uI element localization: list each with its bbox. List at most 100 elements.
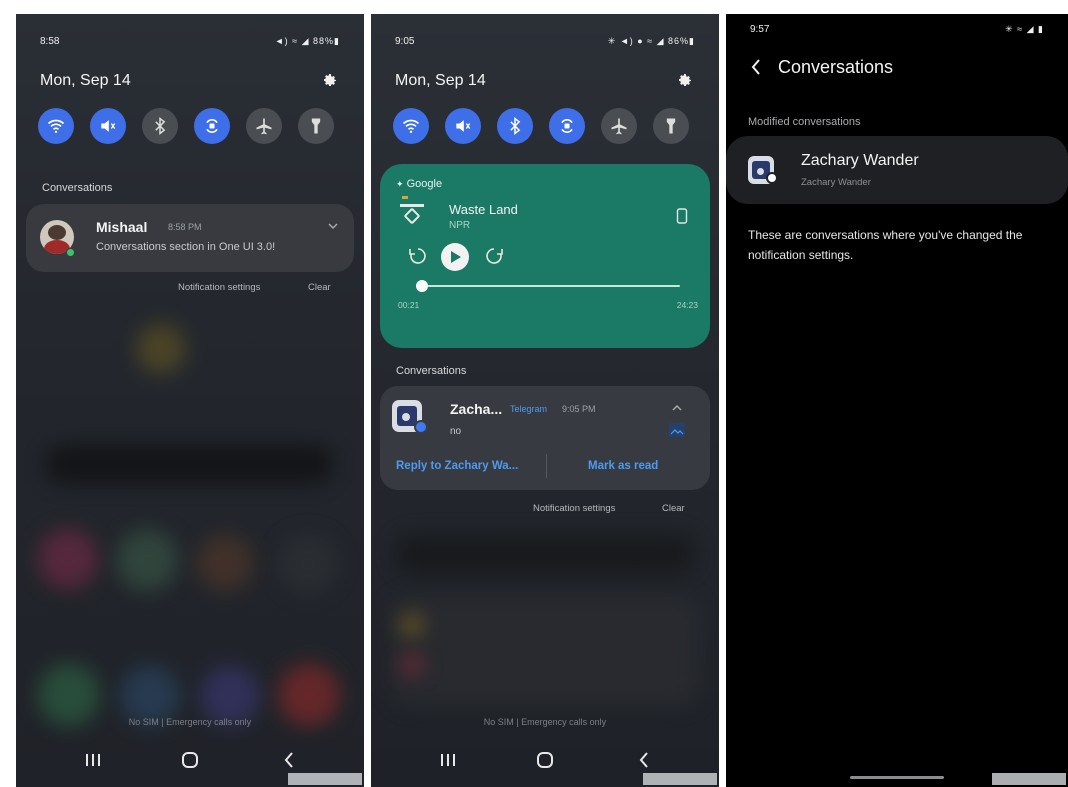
- page-title: Conversations: [778, 57, 894, 77]
- media-elapsed: 00:21: [398, 300, 420, 310]
- media-artist: NPR: [449, 220, 471, 231]
- reply-action-button[interactable]: Reply to Zachary Wa...: [396, 460, 518, 472]
- back-button[interactable]: [629, 745, 659, 775]
- watermark: [643, 773, 717, 785]
- quick-settings: [393, 108, 697, 144]
- home-icon: [537, 752, 553, 768]
- rotate-icon: [561, 119, 573, 133]
- online-status-dot: [66, 248, 75, 257]
- wifi-toggle[interactable]: [393, 108, 429, 144]
- notification-text: Conversations section in One UI 3.0!: [96, 241, 276, 253]
- gesture-bar[interactable]: [850, 776, 944, 779]
- airplane-icon: [256, 118, 272, 135]
- conversations-section-label: Conversations: [42, 182, 113, 194]
- status-bar: 9:57 ✳ ≈ ◢ ▮: [750, 24, 1044, 40]
- home-button[interactable]: [175, 745, 205, 775]
- gear-icon[interactable]: [677, 72, 693, 88]
- description-text: These are conversations where you've cha…: [748, 228, 1023, 262]
- airplane-icon: [611, 118, 627, 135]
- notification-time: 8:58 PM: [168, 222, 202, 232]
- phone-screen-1: 8:58 ◄) ≈ ◢ 88%▮ Mon, Sep 14 Conversatio…: [16, 14, 364, 787]
- notification-text: no: [450, 426, 462, 437]
- play-icon: [451, 251, 461, 263]
- conversation-notification-card[interactable]: Mishaal 8:58 PM Conversations section in…: [26, 204, 354, 272]
- media-title: Waste Land: [449, 202, 518, 217]
- rotate-icon: [206, 119, 218, 133]
- back-button[interactable]: [274, 745, 304, 775]
- mute-icon: [101, 120, 116, 132]
- phone-output-icon[interactable]: [676, 208, 688, 224]
- contact-name: Zachary Wander: [801, 152, 919, 169]
- airplane-toggle[interactable]: [246, 108, 282, 144]
- sound-toggle[interactable]: [445, 108, 481, 144]
- status-time: 9:57: [750, 24, 770, 35]
- badge-icon: [766, 172, 778, 184]
- notification-settings-link[interactable]: Notification settings: [533, 503, 615, 514]
- conversations-section-label: Conversations: [396, 365, 467, 377]
- telegram-badge-icon: [414, 420, 428, 434]
- watermark: [288, 773, 362, 785]
- back-icon: [284, 752, 293, 768]
- rewind-icon[interactable]: [408, 246, 428, 266]
- media-player-card[interactable]: ✦ Google Waste Land NPR 00:21 24:23: [380, 164, 710, 348]
- fast-forward-icon[interactable]: [484, 246, 504, 266]
- clear-link[interactable]: Clear: [308, 282, 331, 293]
- phone-screen-3: 9:57 ✳ ≈ ◢ ▮ Conversations Modified conv…: [726, 14, 1068, 787]
- action-divider: [546, 454, 547, 478]
- media-progress-track[interactable]: [418, 285, 680, 287]
- date-label: Mon, Sep 14: [40, 72, 131, 89]
- flashlight-toggle[interactable]: [653, 108, 689, 144]
- sparkle-icon: ✦: [396, 179, 404, 189]
- autorotate-toggle[interactable]: [549, 108, 585, 144]
- sim-status: No SIM | Emergency calls only: [128, 717, 252, 727]
- back-arrow-icon[interactable]: [750, 58, 762, 76]
- media-total: 24:23: [676, 300, 698, 310]
- sound-toggle[interactable]: [90, 108, 126, 144]
- notification-sender: Zacha...: [450, 401, 503, 417]
- notification-sender: Mishaal: [96, 219, 148, 235]
- bluetooth-icon: [510, 116, 521, 136]
- chevron-up-icon[interactable]: [672, 404, 682, 412]
- recents-button[interactable]: [433, 745, 463, 775]
- notification-time: 9:05 PM: [562, 404, 596, 414]
- quick-settings: [38, 108, 342, 144]
- status-icons: ✳ ≈ ◢ ▮: [1005, 24, 1044, 34]
- wifi-toggle[interactable]: [38, 108, 74, 144]
- notification-settings-link[interactable]: Notification settings: [178, 282, 260, 293]
- mute-icon: [456, 120, 471, 132]
- status-icons: ◄) ≈ ◢ 88%▮: [274, 36, 340, 46]
- play-button[interactable]: [441, 243, 469, 271]
- status-bar: 9:05 ✳ ◄) ● ≈ ◢ 86%▮: [395, 36, 695, 52]
- clear-link[interactable]: Clear: [662, 503, 685, 514]
- podcast-artwork: [400, 196, 424, 225]
- gear-icon[interactable]: [322, 72, 338, 88]
- phone-screen-2: 9:05 ✳ ◄) ● ≈ ◢ 86%▮ Mon, Sep 14 ✦ Googl…: [371, 14, 719, 787]
- conversation-notification-card[interactable]: Zacha... Telegram 9:05 PM no Reply to Za…: [380, 386, 710, 490]
- sim-status: No SIM | Emergency calls only: [483, 717, 607, 727]
- media-progress-thumb[interactable]: [415, 280, 428, 292]
- home-icon: [182, 752, 198, 768]
- status-icons: ✳ ◄) ● ≈ ◢ 86%▮: [607, 36, 695, 46]
- flashlight-icon: [311, 118, 321, 134]
- image-thumbnail-icon: [669, 423, 685, 437]
- status-time: 8:58: [40, 36, 60, 47]
- recents-button[interactable]: [78, 745, 108, 775]
- mark-as-read-button[interactable]: Mark as read: [588, 460, 658, 472]
- bluetooth-toggle[interactable]: [497, 108, 533, 144]
- status-time: 9:05: [395, 36, 415, 47]
- recents-icon: [441, 754, 455, 766]
- flashlight-toggle[interactable]: [298, 108, 334, 144]
- conversation-item[interactable]: Zachary Wander Zachary Wander: [726, 136, 1068, 204]
- wifi-icon: [402, 119, 420, 133]
- bluetooth-icon: [155, 116, 166, 136]
- contact-subtitle: Zachary Wander: [801, 177, 871, 188]
- date-label: Mon, Sep 14: [395, 72, 486, 89]
- autorotate-toggle[interactable]: [194, 108, 230, 144]
- home-button[interactable]: [530, 745, 560, 775]
- status-bar: 8:58 ◄) ≈ ◢ 88%▮: [40, 36, 340, 52]
- media-source: ✦ Google: [396, 178, 443, 190]
- bluetooth-toggle[interactable]: [142, 108, 178, 144]
- chevron-down-icon[interactable]: [328, 222, 338, 230]
- airplane-toggle[interactable]: [601, 108, 637, 144]
- back-icon: [639, 752, 648, 768]
